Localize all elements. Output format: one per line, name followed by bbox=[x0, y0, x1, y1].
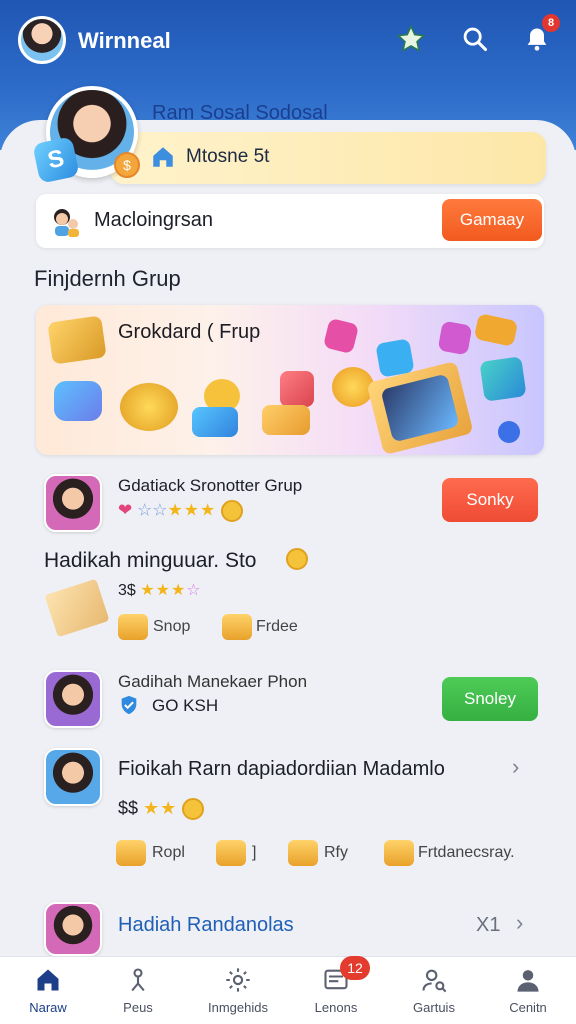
card1-subtitle: Hadikah minguuar. Sto bbox=[44, 549, 257, 572]
app-title: Wirnneal bbox=[78, 28, 171, 53]
chevron-right-icon[interactable]: › bbox=[512, 754, 519, 780]
nav-item-messages[interactable]: 12 Lenons bbox=[288, 956, 384, 1020]
user-search-icon bbox=[419, 966, 449, 994]
gold-chest-icon bbox=[222, 614, 252, 640]
card1-title: Gdatiack Sronotter Grup bbox=[118, 476, 303, 495]
pink-cube-icon bbox=[322, 317, 360, 355]
gold-bar-icon bbox=[262, 405, 310, 435]
coin-icon: $ bbox=[114, 152, 140, 178]
profile-icon bbox=[513, 966, 543, 994]
card1-price: 3$ bbox=[118, 582, 136, 599]
coin-icon bbox=[182, 798, 205, 821]
card4-avatar bbox=[44, 902, 102, 956]
person-pin-icon bbox=[123, 966, 153, 994]
nav-item-profile[interactable]: Cenitn bbox=[480, 962, 576, 1020]
heart-icon: ❤ bbox=[118, 500, 133, 520]
gold-envelope-icon bbox=[44, 578, 110, 638]
kid-avatar-icon bbox=[48, 204, 82, 238]
star-icon[interactable] bbox=[394, 22, 428, 56]
card3-item-2: ] bbox=[252, 844, 257, 861]
blue-ticket-icon bbox=[192, 407, 238, 437]
coin-pile-icon bbox=[120, 383, 178, 431]
gear-icon bbox=[223, 966, 253, 994]
home-icon bbox=[33, 966, 63, 994]
search-icon[interactable] bbox=[458, 22, 492, 56]
featured-title: Grokdard ( Frup bbox=[118, 321, 261, 343]
card2-button[interactable]: Snoley bbox=[442, 677, 538, 721]
card1-item-2: Frdee bbox=[256, 618, 298, 635]
card3-item-4: Frtdanecsray. bbox=[418, 844, 515, 861]
promo-button[interactable]: Gamaay bbox=[442, 199, 542, 241]
nav-item-peus[interactable]: Peus bbox=[90, 962, 186, 1020]
card3-avatar bbox=[44, 748, 102, 806]
bell-icon[interactable]: 8 bbox=[520, 14, 560, 56]
purple-cube-icon bbox=[437, 320, 473, 356]
red-box-icon bbox=[280, 371, 314, 407]
blue-orb-icon bbox=[498, 421, 520, 443]
gold-chest-icon bbox=[384, 840, 414, 866]
gold-chest-icon bbox=[118, 614, 148, 640]
card3-item-3: Rfy bbox=[324, 844, 348, 861]
nav-item-home[interactable]: Naraw bbox=[0, 962, 96, 1020]
card2-avatar bbox=[44, 670, 102, 728]
notification-badge: 8 bbox=[542, 14, 560, 32]
star-outline-icon: ☆☆ bbox=[136, 500, 168, 520]
card1-item-1: Snop bbox=[153, 618, 191, 635]
chevron-right-icon[interactable]: › bbox=[516, 910, 523, 936]
nav-label-peus: Peus bbox=[123, 1000, 153, 1015]
card4-count: X1 bbox=[476, 914, 501, 936]
card2-status: GO KSH bbox=[152, 696, 219, 715]
star-outline-icon: ☆ bbox=[186, 582, 201, 599]
header-avatar[interactable] bbox=[18, 16, 66, 64]
stars-icon: ★★★ bbox=[140, 582, 187, 599]
orange-ticket-icon bbox=[473, 313, 519, 347]
card3-price-row: $$ ★★ bbox=[118, 798, 205, 821]
nav-label-settings: Inmgehids bbox=[208, 1000, 268, 1015]
card1-rating: ❤ ☆☆★★★ bbox=[118, 500, 243, 522]
card3-title: Fioikah Rarn dapiadordiian Madamlo bbox=[118, 758, 445, 780]
section-title: Finjdernh Grup bbox=[34, 266, 181, 291]
promo-text: Macloingrsan bbox=[94, 209, 213, 231]
nav-label-profile: Cenitn bbox=[509, 1000, 547, 1015]
card1-button[interactable]: Sonky bbox=[442, 478, 538, 522]
teal-box-icon bbox=[479, 356, 527, 402]
featured-banner[interactable] bbox=[36, 305, 544, 455]
card1-sub-coin-icon bbox=[286, 548, 308, 570]
stars-icon: ★★ bbox=[143, 798, 178, 818]
card4-title: Hadiah Randanolas bbox=[118, 914, 294, 936]
coin-icon bbox=[220, 500, 243, 522]
shield-check-icon bbox=[118, 694, 140, 721]
messages-badge: 12 bbox=[340, 956, 370, 980]
nav-item-settings[interactable]: Inmgehids bbox=[190, 962, 286, 1020]
profile-name: Ram Sosal Sodosal bbox=[152, 102, 328, 124]
home-icon bbox=[150, 144, 176, 170]
gold-chest-icon bbox=[47, 315, 107, 365]
nav-item-gartuis[interactable]: Gartuis bbox=[386, 962, 482, 1020]
blue-gift-icon bbox=[54, 381, 102, 421]
card1-price-row: 3$ ★★★☆ bbox=[118, 580, 201, 600]
stars-icon: ★★★ bbox=[167, 500, 217, 520]
nav-label-gartuis: Gartuis bbox=[413, 1000, 455, 1015]
gold-chest-icon bbox=[288, 840, 318, 866]
gold-chest-icon bbox=[216, 840, 246, 866]
card2-title: Gadihah Manekaer Phon bbox=[118, 672, 308, 691]
nav-label-home: Naraw bbox=[29, 1000, 67, 1015]
nav-label-messages: Lenons bbox=[314, 1000, 358, 1015]
card1-avatar bbox=[44, 474, 102, 532]
gold-chest-icon bbox=[116, 840, 146, 866]
card3-item-1: Ropl bbox=[152, 844, 185, 861]
card3-price: $$ bbox=[118, 798, 139, 818]
profile-subtitle: Mtosne 5t bbox=[186, 146, 270, 167]
